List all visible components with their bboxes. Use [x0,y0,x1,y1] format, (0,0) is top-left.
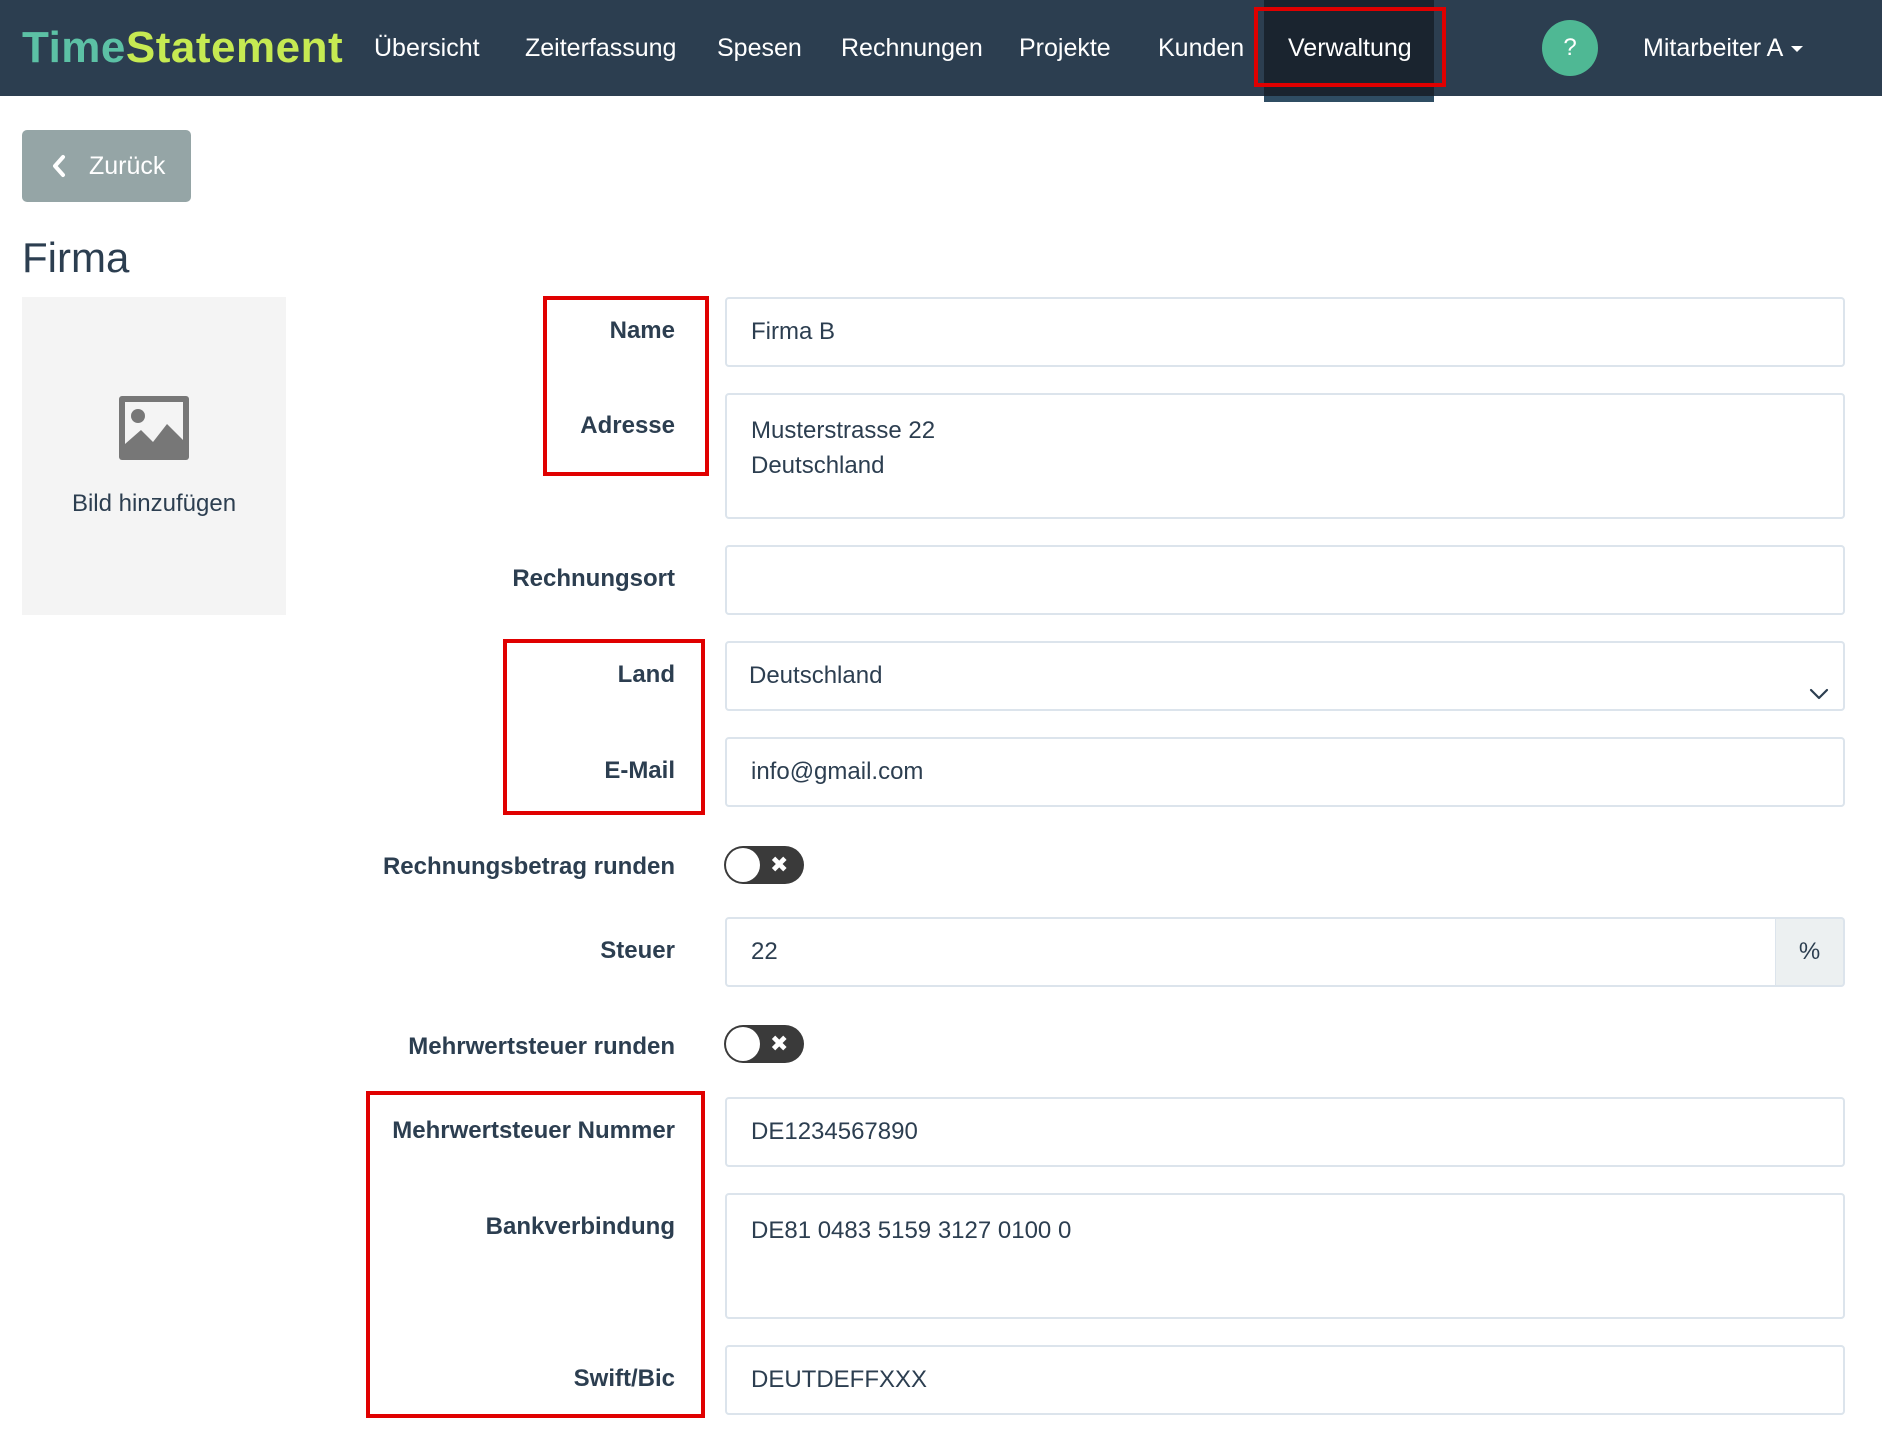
land-select[interactable]: Deutschland [725,641,1845,711]
user-menu[interactable]: Mitarbeiter A [1643,0,1804,96]
email-input[interactable]: info@gmail.com [725,737,1845,807]
brand-logo[interactable]: TimeStatement [22,22,343,74]
swift-bic-input[interactable]: DEUTDEFFXXX [725,1345,1845,1415]
nav-item-verwaltung[interactable]: Verwaltung [1288,0,1412,96]
label-mwst-nummer: Mehrwertsteuer Nummer [392,1117,675,1144]
label-mehrwertsteuer-runden: Mehrwertsteuer runden [408,1033,675,1060]
nav-item-rechnungen[interactable]: Rechnungen [841,0,983,96]
page-title: Firma [22,234,130,281]
label-land: Land [617,661,675,688]
navbar: TimeStatement Übersicht Zeiterfassung Sp… [0,0,1882,96]
label-steuer: Steuer [600,937,675,964]
label-name: Name [609,317,675,344]
label-rechnungsbetrag-runden: Rechnungsbetrag runden [382,853,675,880]
label-swift-bic: Swift/Bic [573,1365,675,1392]
chevron-down-icon [1809,665,1829,731]
back-button-label: Zurück [89,152,166,180]
image-upload-area[interactable]: Bild hinzufügen [22,297,286,615]
steuer-input[interactable]: 22 [725,917,1777,987]
name-input[interactable]: Firma B [725,297,1845,367]
nav-item-uebersicht[interactable]: Übersicht [374,0,480,96]
rechnungsbetrag-runden-toggle[interactable]: ✖ [724,846,804,884]
nav-item-zeiterfassung[interactable]: Zeiterfassung [525,0,676,96]
help-button[interactable]: ? [1542,20,1598,76]
label-bankverbindung: Bankverbindung [485,1213,675,1240]
toggle-knob [726,848,760,882]
bankverbindung-textarea[interactable]: DE81 0483 5159 3127 0100 0 [725,1193,1845,1319]
image-icon [117,394,191,467]
adresse-textarea[interactable]: Musterstrasse 22 Deutschland [725,393,1845,519]
land-select-value: Deutschland [749,662,883,689]
user-menu-label: Mitarbeiter A [1643,34,1784,62]
rechnungsort-input[interactable] [725,545,1845,615]
label-email: E-Mail [604,757,675,784]
label-adresse: Adresse [580,412,675,439]
mehrwertsteuer-runden-toggle[interactable]: ✖ [724,1025,804,1063]
brand-part-time: Time [22,23,126,72]
caret-down-icon [1791,46,1804,53]
toggle-knob [726,1027,760,1061]
nav-item-kunden[interactable]: Kunden [1158,0,1244,96]
mwst-nummer-input[interactable]: DE1234567890 [725,1097,1845,1167]
back-button[interactable]: Zurück [22,130,191,202]
label-rechnungsort: Rechnungsort [512,565,675,592]
close-icon: ✖ [770,852,789,877]
image-upload-label: Bild hinzufügen [71,490,237,517]
close-icon: ✖ [770,1031,789,1056]
chevron-left-icon [50,130,68,230]
steuer-unit-addon: % [1776,917,1845,987]
brand-part-statement: Statement [125,23,344,72]
nav-active-underline [1264,96,1434,102]
nav-item-spesen[interactable]: Spesen [717,0,802,96]
nav-item-projekte[interactable]: Projekte [1019,0,1111,96]
